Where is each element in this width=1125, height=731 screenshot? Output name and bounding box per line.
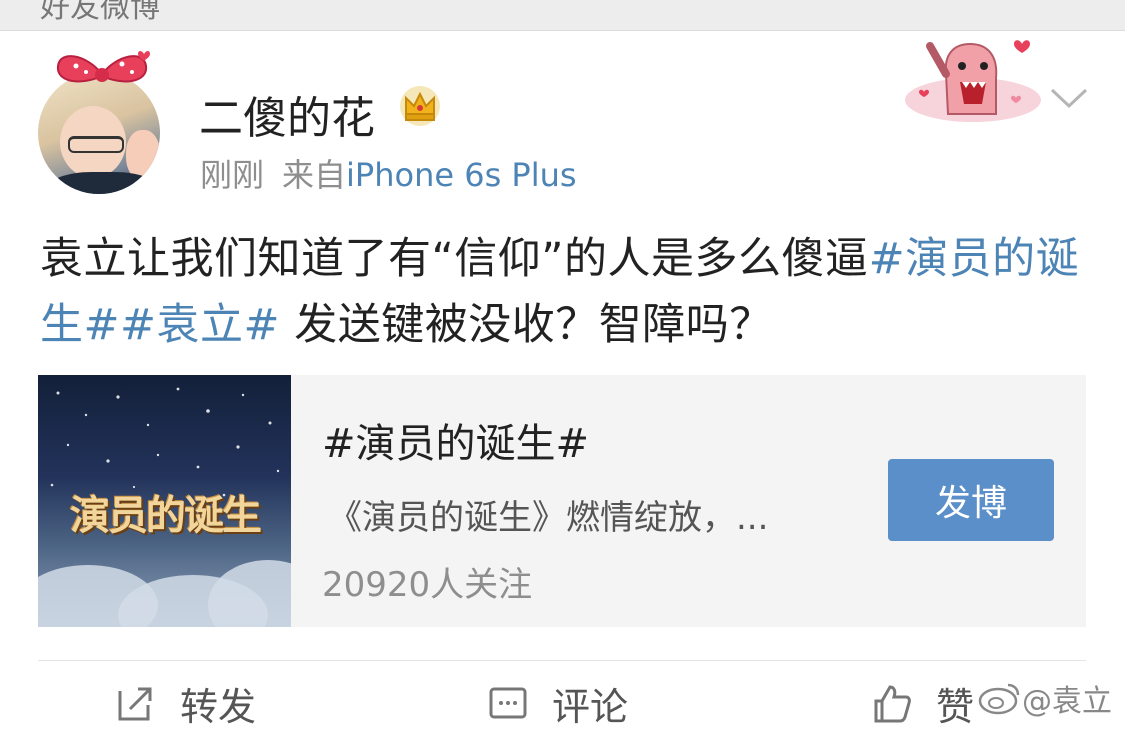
topic-card-followers: 20920人关注 <box>322 565 533 605</box>
repost-icon <box>118 687 152 721</box>
watermark-text: @袁立 <box>1022 684 1112 719</box>
post-text-part-2: 发送键被没收？智障吗？ <box>280 300 773 350</box>
weibo-watermark: @袁立 <box>978 676 1112 720</box>
post-text: 袁立让我们知道了有“信仰”的人是多么傻逼#演员的诞生##袁立# 发送键被没收？智… <box>40 226 1090 358</box>
divider <box>38 660 1086 661</box>
thumbs-up-icon <box>874 685 911 723</box>
thumbnail-logo-text: 演员的诞生 <box>70 492 262 539</box>
comment-icon <box>489 687 527 719</box>
weibo-logo-icon <box>978 683 1020 715</box>
avatar-bow-decoration <box>56 51 150 83</box>
post-time: 刚刚 <box>200 156 265 194</box>
topic-card-description: 《演员的诞生》燃情绽放，... <box>328 498 769 538</box>
post-meta: 刚刚 来自iPhone 6s Plus <box>200 150 577 196</box>
top-bar: 好友微博 <box>0 0 1125 31</box>
topic-card-thumbnail: 演员的诞生 <box>38 375 291 627</box>
repost-button[interactable]: 转发 <box>116 683 256 729</box>
topic-card[interactable]: 演员的诞生 #演员的诞生# 《演员的诞生》燃情绽放，... 20920人关注 发… <box>38 375 1086 627</box>
like-button[interactable]: 赞 <box>872 683 974 729</box>
post-device[interactable]: iPhone 6s Plus <box>346 156 577 194</box>
top-bar-title: 好友微博 <box>40 0 160 25</box>
username[interactable]: 二傻的花 <box>199 82 375 146</box>
repost-label: 转发 <box>180 684 257 729</box>
topic-card-title: #演员的诞生# <box>322 421 590 467</box>
crown-icon <box>400 86 440 126</box>
post-text-part-1: 袁立让我们知道了有“信仰”的人是多么傻逼 <box>40 234 869 284</box>
chevron-down-icon[interactable] <box>1048 82 1090 112</box>
comment-button[interactable]: 评论 <box>488 683 628 729</box>
like-label: 赞 <box>936 684 975 729</box>
card-sticker-decoration <box>905 40 1041 122</box>
post-source-prefix: 来自 <box>282 156 347 194</box>
post-to-topic-button[interactable]: 发博 <box>888 459 1054 541</box>
comment-label: 评论 <box>552 684 629 729</box>
hashtag-yuanli[interactable]: #袁立# <box>120 300 280 350</box>
